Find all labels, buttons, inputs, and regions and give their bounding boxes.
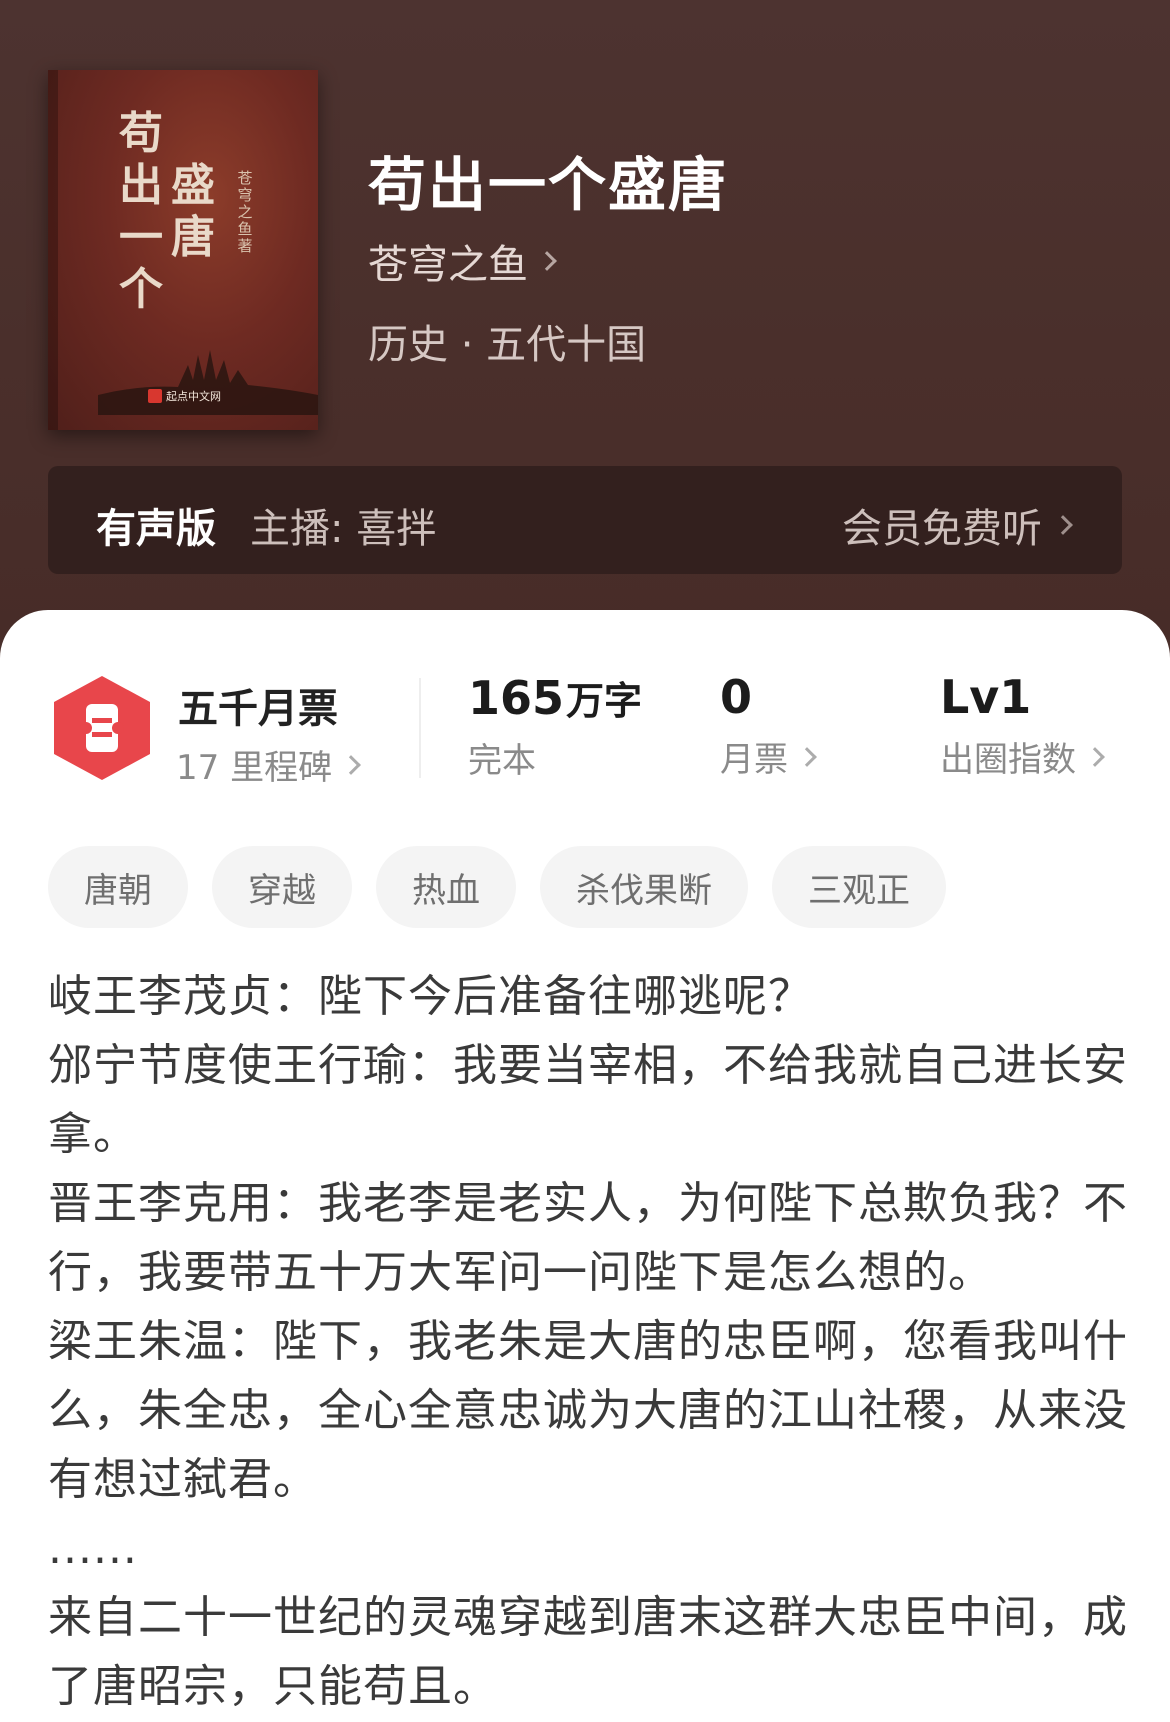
synopsis-paragraph: 来自二十一世纪的灵魂穿越到唐末这群大忠臣中间，成了唐昭宗，只能苟且。 — [48, 1592, 1128, 1712]
narrator-label: 主播: 喜拌 — [250, 506, 437, 552]
audio-version-bar[interactable]: 有声版 主播: 喜拌 会员免费听 — [48, 466, 1122, 574]
completion-status: 完本 — [468, 741, 536, 781]
cover-title-col1: 苟出一个 — [119, 108, 163, 315]
member-listen-button[interactable]: 会员免费听 — [842, 496, 1073, 554]
synopsis-paragraph: 岐王李茂贞：陛下今后准备往哪逃呢？ — [48, 971, 813, 1022]
popularity-level: Lv1 — [940, 670, 1032, 724]
monthly-ticket-link[interactable]: 月票 — [720, 732, 817, 781]
author-link[interactable]: 苍穹之鱼 — [368, 232, 557, 290]
synopsis-paragraph: 晋王李克用：我老李是老实人，为何陛下总欺负我？不行，我要带五十万大军问一问陛下是… — [48, 1178, 1128, 1298]
word-count-number: 165 — [468, 671, 565, 725]
popularity-index-stat[interactable]: Lv1 出圈指数 — [940, 670, 1105, 781]
publisher-name: 起点中文网 — [166, 390, 221, 403]
popularity-index-link[interactable]: 出圈指数 — [940, 732, 1105, 781]
synopsis-paragraph: 梁王朱温：陛下，我老朱是大唐的忠臣啊，您看我叫什么，朱全忠，全心全意忠诚为大唐的… — [48, 1316, 1128, 1505]
stats-divider — [419, 678, 421, 778]
book-title: 苟出一个盛唐 — [368, 151, 729, 219]
milestone-count: 17 里程碑 — [176, 748, 333, 788]
tag-chip[interactable]: 穿越 — [212, 846, 352, 928]
book-cover[interactable]: 苟出一个 盛唐 苍穹之鱼 著 起点中文网 — [48, 70, 318, 430]
tag-list: 唐朝 穿越 热血 杀伐果断 三观正 — [48, 846, 946, 928]
cover-publisher: 起点中文网 — [148, 388, 221, 404]
popularity-index-label: 出圈指数 — [940, 740, 1076, 780]
book-genre: 历史 · 五代十国 — [368, 322, 647, 368]
word-count-value: 165 万字 — [468, 670, 642, 725]
chevron-right-icon — [1085, 746, 1105, 767]
tag-chip[interactable]: 唐朝 — [48, 846, 188, 928]
word-count-stat: 165 万字 完本 — [468, 670, 642, 782]
audio-badge: 有声版 — [96, 506, 216, 552]
cover-author: 苍穹之鱼 著 — [237, 169, 253, 255]
cover-title-col2: 盛唐 — [171, 160, 215, 263]
chevron-right-icon — [537, 251, 557, 271]
milestone-link[interactable]: 17 里程碑 — [176, 740, 361, 789]
tag-chip[interactable]: 热血 — [376, 846, 516, 928]
ticket-badge-icon — [54, 676, 150, 780]
member-listen-label: 会员免费听 — [842, 506, 1042, 552]
monthly-ticket-label: 月票 — [720, 740, 788, 780]
chevron-right-icon — [797, 746, 817, 767]
synopsis-paragraph: ...... — [48, 1523, 138, 1574]
milestone-title: 五千月票 — [178, 686, 338, 732]
synopsis-paragraph: 邠宁节度使王行瑜：我要当宰相，不给我就自己进长安拿。 — [48, 1040, 1128, 1160]
monthly-ticket-value: 0 — [720, 670, 753, 724]
chevron-right-icon — [1053, 515, 1073, 535]
monthly-ticket-stat[interactable]: 0 月票 — [720, 670, 817, 781]
publisher-logo-icon — [148, 389, 162, 403]
book-synopsis[interactable]: 岐王李茂贞：陛下今后准备往哪逃呢？ 邠宁节度使王行瑜：我要当宰相，不给我就自己进… — [48, 962, 1138, 1721]
tag-chip[interactable]: 三观正 — [772, 846, 946, 928]
tag-chip[interactable]: 杀伐果断 — [540, 846, 748, 928]
word-count-unit: 万字 — [566, 679, 643, 723]
chevron-right-icon — [341, 754, 361, 775]
cover-spine — [48, 70, 58, 430]
author-name: 苍穹之鱼 — [368, 242, 528, 288]
